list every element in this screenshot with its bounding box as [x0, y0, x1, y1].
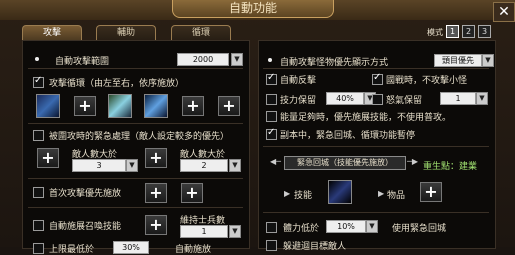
return-skill-slot[interactable]: [328, 180, 352, 204]
respawn-label: 重生點：建業: [423, 162, 478, 172]
emergency-label: 被圍攻時的緊急處理（敵人設定較多的優先）: [49, 132, 230, 142]
cut-label: 上限最低於: [49, 245, 95, 255]
arrow-right-icon: ▶: [378, 189, 385, 198]
bullet-icon: [35, 57, 39, 61]
item-label: 物品: [387, 191, 406, 201]
tab-attack[interactable]: 攻擊: [22, 25, 82, 41]
hp-label: 體力低於: [283, 224, 320, 234]
mode-1-button[interactable]: 1: [446, 25, 459, 38]
skill-slot-2[interactable]: [108, 94, 132, 118]
arrow-left-icon: ◀─: [270, 157, 281, 166]
add-skill-button[interactable]: +: [182, 96, 204, 116]
skill-keep-field[interactable]: 40%: [326, 92, 364, 105]
hp-checkbox[interactable]: [266, 222, 277, 233]
mode-label: 模式: [427, 28, 443, 37]
dungeon-checkbox[interactable]: [266, 127, 277, 140]
attack-cycle-checkbox[interactable]: [33, 75, 44, 88]
auto-skill-label: 自動施展召喚技能: [49, 222, 122, 232]
emergency-return-banner: 緊急回城（技能優先施放）: [284, 156, 406, 170]
enemy-count-field-2[interactable]: 2: [180, 159, 228, 172]
first-attack-checkbox[interactable]: [33, 187, 44, 198]
chevron-down-icon[interactable]: ▼: [476, 92, 488, 105]
divider: [28, 178, 243, 179]
skill-keep-checkbox[interactable]: [266, 94, 277, 105]
rage-keep-field[interactable]: 1: [440, 92, 476, 105]
first-attack-label: 首次攻擊優先施放: [49, 189, 122, 199]
energy-label: 能量足夠時，優先施展技能，不使用普攻。: [280, 113, 452, 123]
auto-skill-checkbox[interactable]: [33, 220, 44, 231]
add-first-skill-button[interactable]: +: [181, 183, 203, 203]
mode-2-button[interactable]: 2: [462, 25, 475, 38]
attack-range-label: 自動攻擊範圍: [55, 57, 110, 67]
priority-field[interactable]: 頭目優先: [434, 54, 482, 67]
chevron-down-icon[interactable]: ▼: [482, 54, 494, 67]
cut-field[interactable]: 30%: [113, 241, 149, 254]
chevron-down-icon[interactable]: ▼: [126, 159, 138, 172]
skill-slot-3[interactable]: [144, 94, 168, 118]
divider: [263, 146, 489, 147]
cut-checkbox[interactable]: [33, 243, 44, 254]
divider: [28, 207, 243, 208]
add-summon-skill-button[interactable]: +: [145, 215, 167, 235]
close-button[interactable]: ✕: [493, 2, 515, 22]
arrow-right-icon: ─▶: [407, 157, 418, 166]
rage-keep-label: 怒氣保留: [386, 96, 423, 106]
bullet-icon: [268, 58, 272, 62]
auto-counter-checkbox[interactable]: [266, 72, 277, 85]
divider: [28, 68, 243, 69]
add-emergency-skill-button[interactable]: +: [145, 148, 167, 168]
arrow-right-icon: ▶: [284, 189, 291, 198]
dungeon-label: 副本中，緊急回城、循環功能暫停: [280, 131, 416, 141]
divider: [263, 68, 489, 69]
skill-label: 技能: [294, 191, 313, 201]
defend-mode-checkbox[interactable]: [372, 72, 383, 85]
chevron-down-icon[interactable]: ▼: [231, 53, 243, 66]
enemy-count-field-1[interactable]: 3: [72, 159, 126, 172]
maintain-field[interactable]: 1: [180, 225, 228, 238]
add-first-skill-button[interactable]: +: [145, 183, 167, 203]
chevron-down-icon[interactable]: ▼: [229, 225, 241, 238]
rage-keep-checkbox[interactable]: [372, 94, 383, 105]
attack-cycle-label: 攻擊循環（由左至右，依序施放）: [49, 79, 185, 89]
skill-keep-label: 技力保留: [280, 96, 317, 106]
energy-checkbox[interactable]: [266, 111, 277, 122]
add-item-button[interactable]: +: [420, 182, 442, 202]
add-skill-button[interactable]: +: [218, 96, 240, 116]
hp-field[interactable]: 10%: [326, 220, 366, 233]
tab-support[interactable]: 輔助: [96, 25, 156, 41]
mode-3-button[interactable]: 3: [478, 25, 491, 38]
priority-label: 自動攻擊怪物優先顯示方式: [280, 58, 389, 68]
divider: [28, 123, 243, 124]
divider: [263, 212, 489, 213]
window-title: 自動功能: [172, 0, 334, 18]
add-emergency-skill-button[interactable]: +: [37, 148, 59, 168]
attack-range-field[interactable]: 2000: [177, 53, 229, 66]
auto-counter-label: 自動反擊: [280, 76, 317, 86]
defend-mode-label: 國戰時，不攻擊小怪: [386, 76, 468, 86]
avoid-label: 躲避迴目標敵人: [283, 242, 347, 252]
add-skill-button[interactable]: +: [74, 96, 96, 116]
cut-tail: 自動施放: [175, 245, 212, 255]
emergency-checkbox[interactable]: [33, 130, 44, 141]
hp-tail: 使用緊急回城: [392, 224, 447, 234]
skill-slot-1[interactable]: [36, 94, 60, 118]
chevron-down-icon[interactable]: ▼: [229, 159, 241, 172]
avoid-checkbox[interactable]: [266, 240, 277, 251]
tab-cycle[interactable]: 循環: [171, 25, 231, 41]
chevron-down-icon[interactable]: ▼: [366, 220, 378, 233]
